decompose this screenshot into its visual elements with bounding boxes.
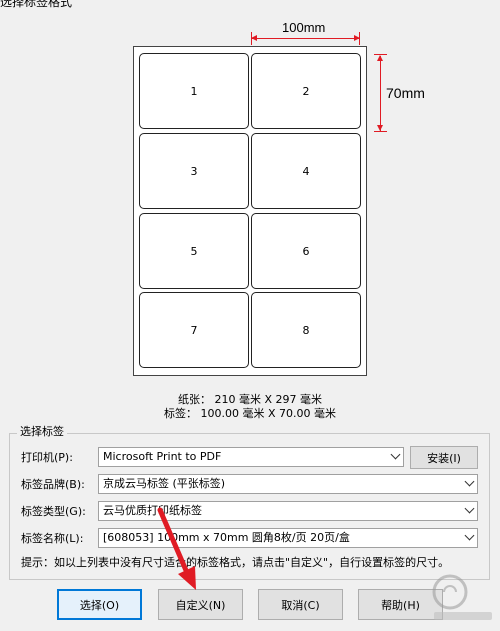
label-cell-8: 8 [251,292,361,368]
label-number: 1 [190,84,198,98]
label-number: 7 [190,323,198,337]
label-sheet-preview: 1 2 3 4 5 6 7 8 [133,46,367,376]
brand-label: 标签品牌(B): [21,478,85,491]
hint-text: 提示：如以上列表中没有尺寸适合的标签格式，请点击"自定义"，自行设置标签的尺寸。 [21,556,450,569]
label-cell-7: 7 [139,292,249,368]
type-select[interactable]: 云马优质打印纸标签 [98,501,478,521]
type-select-value: 云马优质打印纸标签 [103,504,202,517]
width-dimension-line [251,38,360,39]
label-cell-1: 1 [139,53,249,129]
label-cell-4: 4 [251,133,361,209]
label-cell-5: 5 [139,213,249,289]
label-cell-3: 3 [139,133,249,209]
label-number: 4 [302,164,310,178]
printer-label: 打印机(P): [21,451,73,464]
name-select[interactable]: [608053] 100mm x 70mm 圆角8枚/页 20页/盒 [98,528,478,548]
name-label: 标签名称(L): [21,532,84,545]
width-dimension-label: 100mm [282,20,326,35]
paper-size-text: 纸张： 210 毫米 X 297 毫米 [177,393,322,406]
groupbox-title: 选择标签 [17,425,67,439]
name-select-value: [608053] 100mm x 70mm 圆角8枚/页 20页/盒 [103,531,350,544]
arrow-down-icon [377,125,383,131]
select-button[interactable]: 选择(O) [57,589,142,620]
height-dimension-tick [374,131,387,132]
chevron-down-icon [464,503,475,514]
cancel-button[interactable]: 取消(C) [258,589,343,620]
height-dimension-label: 70mm [386,85,425,101]
brand-select[interactable]: 京成云马标签 (平张标签) [98,474,478,494]
arrow-left-icon [251,35,257,41]
height-dimension-line [380,56,381,131]
arrow-right-icon [354,35,360,41]
label-number: 6 [302,244,310,258]
label-cell-2: 2 [251,53,361,129]
window-title: 选择标签格式 [0,0,73,9]
chevron-down-icon [464,530,475,541]
type-label: 标签类型(G): [21,505,86,518]
label-number: 8 [302,323,310,337]
brand-select-value: 京成云马标签 (平张标签) [103,477,226,490]
label-number: 3 [190,164,198,178]
watermark-logo-icon [432,574,492,620]
chevron-down-icon [390,449,401,460]
label-cell-6: 6 [251,213,361,289]
printer-select-value: Microsoft Print to PDF [103,450,222,463]
chevron-down-icon [464,476,475,487]
label-size-text: 标签： 100.00 毫米 X 70.00 毫米 [164,407,336,420]
custom-button[interactable]: 自定义(N) [158,589,243,620]
printer-select[interactable]: Microsoft Print to PDF [98,447,404,467]
label-number: 2 [302,84,310,98]
install-button[interactable]: 安装(I) [410,446,478,469]
label-number: 5 [190,244,198,258]
arrow-up-icon [377,55,383,61]
